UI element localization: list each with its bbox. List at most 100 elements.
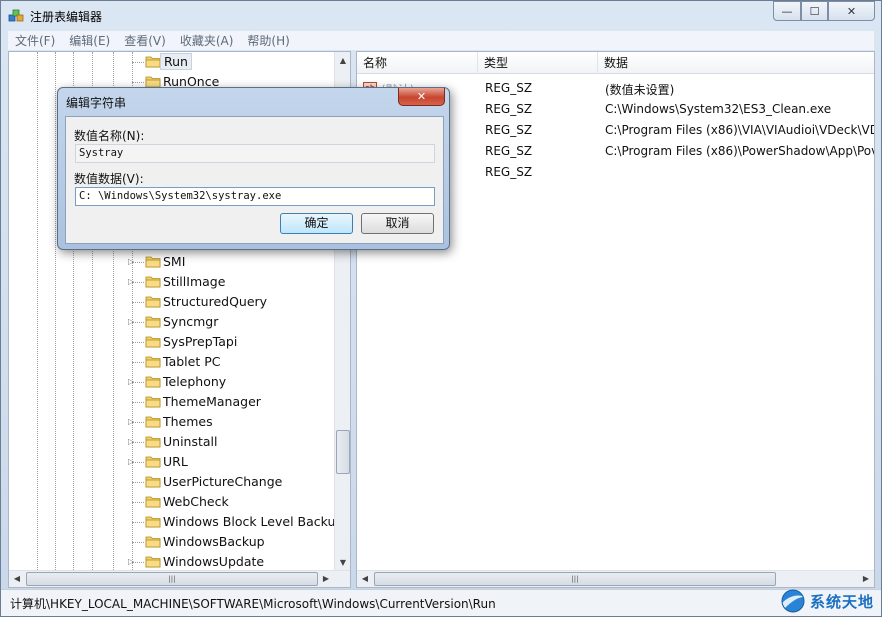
folder-icon [145, 536, 161, 548]
expand-arrow-icon[interactable]: ▷ [128, 377, 136, 386]
tree-item[interactable]: ▷ Telephony [9, 372, 334, 392]
folder-icon [145, 436, 161, 448]
maximize-button[interactable]: ☐ [801, 1, 828, 21]
tree-horizontal-scrollbar[interactable]: ◀ ||| ▶ [9, 570, 350, 587]
menu-help[interactable]: 帮助(H) [240, 32, 296, 49]
value-type: REG_SZ [485, 144, 533, 158]
expand-arrow-icon[interactable]: ▷ [128, 457, 136, 466]
tree-item-label: Run [160, 53, 192, 70]
tree-connector [132, 342, 144, 343]
tree-connector [132, 542, 144, 543]
list-hscroll-thumb[interactable]: ||| [374, 572, 776, 586]
scroll-down-arrow-icon[interactable]: ▼ [335, 554, 350, 571]
tree-item-label: WebCheck [163, 494, 229, 509]
minimize-button[interactable]: — [773, 1, 801, 21]
value-data-input[interactable]: C: \Windows\System32\systray.exe [75, 187, 435, 206]
tree-item[interactable]: WindowsBackup [9, 532, 334, 552]
expand-arrow-icon[interactable]: ▷ [128, 557, 136, 566]
value-data: C:\Program Files (x86)\PowerShadow\App\P… [605, 144, 875, 158]
tree-hscroll-thumb[interactable]: ||| [26, 572, 318, 586]
menu-view[interactable]: 查看(V) [117, 32, 173, 49]
tree-item-label: WindowsUpdate [163, 554, 265, 569]
tree-connector [132, 522, 144, 523]
value-type: REG_SZ [485, 123, 533, 137]
tree-connector [132, 502, 144, 503]
tree-item[interactable]: Run [9, 52, 334, 72]
ok-button[interactable]: 确定 [280, 213, 353, 234]
window-title: 注册表编辑器 [30, 10, 103, 24]
tree-item[interactable]: ▷ SMI [9, 252, 334, 272]
tree-item[interactable]: ▷ Syncmgr [9, 312, 334, 332]
list-scroll-left-arrow-icon[interactable]: ◀ [357, 571, 373, 587]
value-type: REG_SZ [485, 102, 533, 116]
tree-item-label: ThemeManager [163, 394, 261, 409]
tree-item-label: Syncmgr [163, 314, 219, 329]
menu-favorites[interactable]: 收藏夹(A) [173, 32, 241, 49]
column-header-data[interactable]: 数据 [598, 52, 874, 74]
close-button[interactable]: ✕ [828, 1, 875, 21]
tree-item-label: StructuredQuery [163, 294, 268, 309]
list-horizontal-scrollbar[interactable]: ◀ ||| ▶ [357, 570, 874, 587]
tree-connector [132, 402, 144, 403]
tree-item[interactable]: ▷ StillImage [9, 272, 334, 292]
scroll-right-arrow-icon[interactable]: ▶ [318, 571, 334, 587]
expand-arrow-icon[interactable]: ▷ [128, 257, 136, 266]
tree-item[interactable]: Tablet PC [9, 352, 334, 372]
tree-item-label: SMI [163, 254, 186, 269]
expand-arrow-icon[interactable]: ▷ [128, 317, 136, 326]
value-name-field[interactable]: Systray [75, 144, 435, 163]
menu-file[interactable]: 文件(F) [8, 32, 62, 49]
tree-connector [132, 482, 144, 483]
column-header-type[interactable]: 类型 [478, 52, 598, 74]
tree-connector [132, 302, 144, 303]
tree-item-label: WindowsBackup [163, 534, 265, 549]
tree-item[interactable]: Windows Block Level Backup [9, 512, 343, 532]
scroll-up-arrow-icon[interactable]: ▲ [335, 52, 350, 69]
folder-icon [145, 416, 161, 428]
tree-item[interactable]: ThemeManager [9, 392, 334, 412]
tree-item[interactable]: ▷ Uninstall [9, 432, 334, 452]
value-data: (数值未设置) [605, 83, 675, 97]
tree-item-label: Uninstall [163, 434, 218, 449]
tree-item-label: Tablet PC [163, 354, 221, 369]
tree-item-label: Themes [163, 414, 213, 429]
tree-item[interactable]: UserPictureChange [9, 472, 334, 492]
registry-editor-icon [8, 9, 24, 22]
dialog-body: 数值名称(N): Systray 数值数据(V): C: \Windows\Sy… [65, 116, 444, 244]
tree-item-label: SysPrepTapi [163, 334, 238, 349]
tree-item[interactable]: ▷ Themes [9, 412, 334, 432]
cancel-button[interactable]: 取消 [361, 213, 434, 234]
list-header: 名称 类型 数据 [357, 52, 874, 74]
dialog-close-button[interactable]: ✕ [398, 88, 445, 106]
value-data: C:\Windows\System32\ES3_Clean.exe [605, 102, 832, 116]
tree-item-label: UserPictureChange [163, 474, 283, 489]
tree-item[interactable]: StructuredQuery [9, 292, 334, 312]
list-scroll-right-arrow-icon[interactable]: ▶ [858, 571, 874, 587]
folder-icon [145, 356, 161, 368]
value-type: REG_SZ [485, 165, 533, 179]
tree-connector [132, 82, 144, 83]
tree-item[interactable]: ▷ WindowsUpdate [9, 552, 334, 572]
expand-arrow-icon[interactable]: ▷ [128, 277, 136, 286]
tree-item-label: StillImage [163, 274, 226, 289]
watermark-text: 系统天地 [810, 592, 875, 611]
expand-arrow-icon[interactable]: ▷ [128, 417, 136, 426]
registry-editor-window: 注册表编辑器 — ☐ ✕ 文件(F) 编辑(E) 查看(V) 收藏夹(A) 帮助… [0, 0, 882, 617]
value-data: C:\Program Files (x86)\VIA\VIAudioi\VDec… [605, 123, 875, 137]
scroll-left-arrow-icon[interactable]: ◀ [9, 571, 25, 587]
tree-connector [132, 362, 144, 363]
folder-icon [145, 476, 161, 488]
tree-item[interactable]: WebCheck [9, 492, 334, 512]
folder-icon [145, 496, 161, 508]
tree-scroll-thumb[interactable] [336, 430, 350, 474]
value-type: REG_SZ [485, 81, 533, 95]
tree-item[interactable]: ▷ URL [9, 452, 334, 472]
column-header-name[interactable]: 名称 [357, 52, 478, 74]
folder-icon [145, 456, 161, 468]
status-bar: 计算机\HKEY_LOCAL_MACHINE\SOFTWARE\Microsof… [1, 589, 881, 616]
title-bar: 注册表编辑器 — ☐ ✕ [1, 1, 881, 29]
menu-edit[interactable]: 编辑(E) [62, 32, 117, 49]
expand-arrow-icon[interactable]: ▷ [128, 437, 136, 446]
tree-item[interactable]: SysPrepTapi [9, 332, 334, 352]
value-name-label: 数值名称(N): [74, 129, 145, 143]
